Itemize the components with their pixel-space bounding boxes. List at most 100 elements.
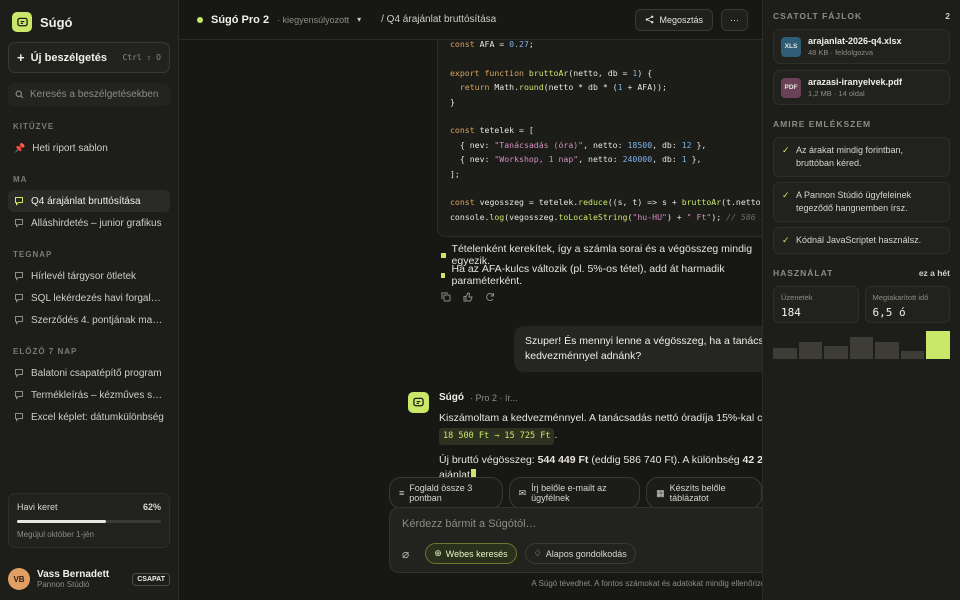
usage-period[interactable]: ez a hét — [919, 268, 950, 278]
memory-item[interactable]: ✓ Az árakat mindig forintban, bruttóban k… — [773, 137, 950, 177]
model-mode: · kiegyensúlyozott — [277, 14, 350, 25]
usage-bar — [900, 350, 925, 359]
chat-item[interactable]: Excel képlet: dátumkülönbség — [8, 406, 170, 428]
attach-icon[interactable]: ⌀ — [402, 547, 409, 561]
app-name: Súgó — [40, 14, 73, 30]
suggestion-chip[interactable]: ▦ Készíts belőle táblázatot — [646, 477, 762, 509]
usage-bar — [773, 348, 797, 359]
bulb-icon: ♢ — [533, 548, 542, 558]
chat-icon — [15, 391, 23, 400]
model-selector[interactable]: Súgó Pro 2 — [211, 14, 269, 26]
spreadsheet-icon: XLS — [781, 36, 801, 57]
suggestion-chip[interactable]: ✉ Írj belőle e-mailt az ügyfélnek — [508, 477, 641, 509]
thumbs-up-icon[interactable] — [463, 292, 473, 305]
file-name: arazasi-iranyelvek.pdf — [808, 77, 903, 87]
memory-item[interactable]: ✓ Kódnál JavaScriptet használsz. — [773, 227, 950, 254]
context-panel: CSATOLT FÁJLOK 2 XLS arajanlat-2026-q4.xl… — [762, 0, 960, 600]
chat-item-active[interactable]: Q4 árajánlat bruttósítása — [8, 190, 170, 212]
chat-item[interactable]: Hírlevél tárgysor ötletek — [8, 265, 170, 287]
regenerate-icon[interactable] — [485, 292, 495, 305]
logo-icon — [12, 12, 32, 32]
chat-icon — [15, 316, 23, 325]
suggestion-chips: ≡ Foglald össze 3 pontban ✉ Írj belőle e-m… — [389, 477, 762, 509]
user-name: Vass Bernadett — [37, 569, 110, 580]
assistant-name: Súgó — [439, 392, 464, 403]
deep-thinking-toggle[interactable]: ♢ Alapos gondolkodás — [524, 543, 636, 564]
list-icon: ≡ — [399, 488, 405, 498]
attached-file[interactable]: PDF arazasi-iranyelvek.pdf 1,2 MB · 14 ol… — [773, 70, 950, 105]
share-button[interactable]: Megosztás — [635, 8, 713, 31]
file-meta: 1,2 MB · 14 oldal — [808, 89, 865, 98]
more-icon: ··· — [730, 14, 739, 25]
breadcrumb: / Q4 árajánlat bruttósítása — [381, 14, 497, 25]
usage-bar — [849, 336, 874, 359]
quota-label: Havi keret — [17, 502, 58, 512]
section-pinned: KITŰZVE — [13, 122, 55, 131]
check-icon: ✓ — [782, 235, 790, 245]
chat-item[interactable]: Álláshirdetés – junior grafikus — [8, 212, 170, 234]
usage-bar — [926, 331, 951, 359]
chat-icon — [15, 219, 23, 228]
check-icon: ✓ — [782, 145, 790, 155]
table-icon: ▦ — [656, 487, 665, 498]
files-title: CSATOLT FÁJLOK — [773, 11, 863, 21]
status-dot — [197, 16, 203, 23]
chat-icon — [15, 197, 23, 206]
more-options-button[interactable]: ··· — [721, 8, 748, 31]
search-icon — [15, 90, 24, 99]
chat-item[interactable]: 📌 Heti riport sablon — [8, 137, 170, 159]
quota-card: Havi keret 62% Megújul október 1-jén — [8, 493, 170, 548]
new-chat-label: Új beszélgetés — [30, 51, 108, 64]
usage-bar — [798, 341, 823, 359]
time-saved-stat: Megtakarított idő 6,5 ó — [864, 286, 950, 323]
avatar: VB — [8, 568, 30, 590]
check-icon: ✓ — [782, 190, 790, 200]
memory-title: AMIRE EMLÉKSZEM — [773, 119, 872, 129]
composer-placeholder: Kérdezz bármit a Súgótól… — [402, 518, 537, 530]
share-icon — [646, 15, 654, 24]
usage-bars — [773, 331, 951, 359]
list-item: Tételenként kerekítek, így a számla sora… — [441, 243, 762, 267]
web-search-toggle[interactable]: ⊕ Webes keresés — [425, 543, 517, 564]
new-chat-button[interactable]: + Új beszélgetés Ctrl ⇧ O — [8, 42, 170, 73]
shortcut-hint: Ctrl ⇧ O — [122, 53, 161, 62]
chat-icon — [15, 413, 23, 422]
search-placeholder: Keresés a beszélgetésekben — [30, 89, 159, 100]
user-profile[interactable]: VB Vass Bernadett Pannon Stúdió CSAPAT — [8, 568, 170, 590]
quota-percent: 62% — [142, 502, 161, 512]
quota-note: Megújul október 1-jén — [17, 530, 94, 539]
pin-icon: 📌 — [14, 142, 26, 153]
list-item: Ha az ÁFA-kulcs változik (pl. 5%-os téte… — [441, 263, 762, 287]
pdf-icon: PDF — [781, 77, 801, 98]
message-actions — [441, 292, 495, 305]
chat-icon — [15, 369, 23, 378]
chat-item[interactable]: Szerződés 4. pontjának magyarázata — [8, 309, 170, 331]
copy-icon[interactable] — [441, 292, 451, 305]
quota-progress-fill — [17, 520, 107, 523]
search-input[interactable]: Keresés a beszélgetésekben — [8, 83, 170, 106]
chat-icon — [15, 272, 23, 281]
assistant-bullets: Tételenként kerekítek, így a számla sora… — [441, 243, 762, 287]
usage-title: HASZNÁLAT — [773, 268, 834, 278]
topbar: Súgó Pro 2 · kiegyensúlyozott ▾ / Q4 ára… — [179, 0, 762, 40]
mail-icon: ✉ — [518, 487, 527, 498]
file-name: arajanlat-2026-q4.xlsx — [808, 36, 902, 46]
messages-stat: Üzenetek 184 — [773, 286, 859, 323]
globe-icon: ⊕ — [434, 548, 442, 558]
chevron-down-icon[interactable]: ▾ — [357, 15, 361, 24]
chat-item[interactable]: Balatoni csapatépítő program — [8, 362, 170, 384]
usage-bar — [824, 345, 848, 359]
chat-item[interactable]: Termékleírás – kézműves szappan — [8, 384, 170, 406]
chat-item[interactable]: SQL lekérdezés havi forgalomra — [8, 287, 170, 309]
memory-item[interactable]: ✓ A Pannon Stúdió ügyfeleinek tegeződő ha… — [773, 182, 950, 222]
plus-icon: + — [17, 50, 25, 65]
usage-bar — [875, 342, 899, 359]
inline-code: 18 500 Ft → 15 725 Ft — [439, 428, 555, 445]
attached-file[interactable]: XLS arajanlat-2026-q4.xlsx 48 KB · feldol… — [773, 29, 950, 64]
section-today: MA — [13, 175, 28, 184]
sidebar: Súgó + Új beszélgetés Ctrl ⇧ O Keresés a… — [0, 0, 179, 600]
brand: Súgó — [8, 10, 170, 42]
quota-progress — [17, 520, 161, 523]
suggestion-chip[interactable]: ≡ Foglald össze 3 pontban — [389, 477, 503, 509]
files-count: 2 — [945, 11, 950, 21]
